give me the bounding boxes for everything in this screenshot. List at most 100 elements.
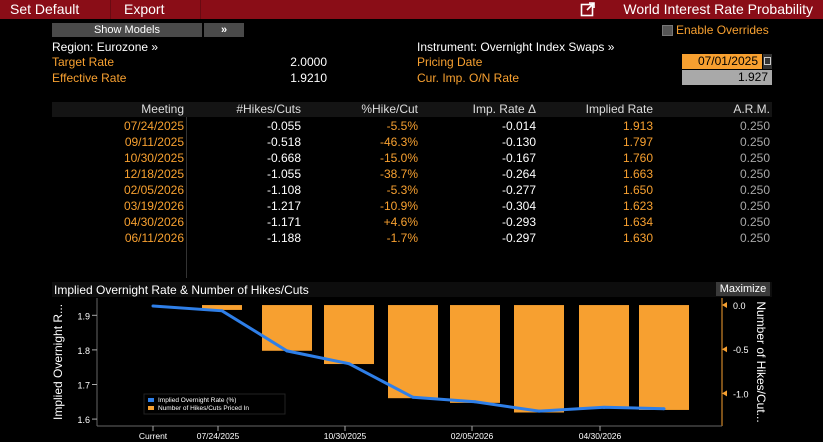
bar [639,305,689,410]
line-point [411,395,415,399]
table-cell-pct: -10.9% [379,199,418,213]
y-tick-right [722,346,727,353]
table-cell-implied: 1.913 [622,119,653,133]
table-row[interactable]: 09/11/2025 -0.518 -46.3% -0.130 1.797 0.250 [52,134,772,150]
table-cell-meeting: 09/11/2025 [124,135,184,149]
table-cell-implied: 1.623 [622,199,653,213]
line-point [285,349,289,353]
target-rate-value: 2.0000 [290,55,327,69]
table-cell-delta: -0.167 [501,151,536,165]
table-cell-meeting: 02/05/2026 [123,183,184,197]
set-default-button[interactable]: Set Default [10,0,79,19]
table-cell-implied: 1.663 [622,167,653,181]
table-cell-meeting: 07/24/2025 [123,119,184,133]
y-tick-right [722,302,727,309]
table-cell-arm: 0.250 [739,199,770,213]
y-tick-label-right: 0.0 [733,301,746,311]
maximize-button[interactable]: Maximize [716,282,770,296]
table-cell-implied: 1.650 [622,183,653,197]
table-row[interactable]: 12/18/2025 -1.055 -38.7% -0.264 1.663 0.250 [52,166,772,182]
cur-imp-rate-label: Cur. Imp. O/N Rate [417,71,520,85]
column-header[interactable]: #Hikes/Cuts [186,102,301,117]
line-point [151,304,155,308]
table-cell-delta: -0.130 [501,135,536,149]
x-tick-label: 10/30/2025 [324,431,367,441]
table-cell-pct: +4.6% [383,215,418,229]
cur-imp-rate-value: 1.927 [682,70,772,85]
table-cell-arm: 0.250 [739,167,770,181]
export-button[interactable]: Export [124,0,164,19]
table-cell-pct: -38.7% [379,167,418,181]
line-point [220,309,224,313]
y-axis-label-left: Implied Overnight R... [51,304,65,420]
table-row[interactable]: 03/19/2026 -1.217 -10.9% -0.304 1.623 0.250 [52,198,772,214]
table-cell-hikes: -0.668 [266,151,301,165]
x-tick-label: 02/05/2026 [451,431,494,441]
table-cell-implied: 1.760 [622,151,653,165]
column-header[interactable]: Imp. Rate Δ [418,102,536,117]
x-tick-label: Current [139,431,168,441]
column-header[interactable]: Implied Rate [536,102,653,117]
table-cell-meeting: 04/30/2026 [123,215,184,229]
enable-overrides-checkbox[interactable] [662,25,673,36]
legend-entry: Number of Hikes/Cuts Priced In [158,405,249,412]
column-header[interactable]: %Hike/Cut [301,102,418,117]
table-cell-implied: 1.630 [622,231,653,245]
rate-probability-table: Meeting #Hikes/Cuts %Hike/Cut Imp. Rate … [52,102,772,278]
pricing-date-label: Pricing Date [417,55,483,69]
table-cell-pct: -5.3% [386,183,418,197]
effective-rate-value: 1.9210 [290,71,327,85]
legend-entry: Implied Overnight Rate (%) [158,397,236,404]
table-cell-arm: 0.250 [739,119,770,133]
table-cell-meeting: 03/19/2026 [123,199,184,213]
table-cell-hikes: -0.055 [266,119,301,133]
top-toolbar: Set Default Export World Interest Rate P… [0,0,823,19]
table-cell-pct: -46.3% [379,135,418,149]
column-header[interactable]: A.R.M. [653,102,770,117]
table-cell-pct: -15.0% [379,151,418,165]
show-models-button[interactable]: Show Models [52,23,202,37]
target-rate-label: Target Rate [52,55,115,69]
toolbar-divider [110,0,111,19]
external-link-icon[interactable] [580,2,595,17]
y-axis-label-right: Number of Hikes/Cut... [754,301,768,422]
expand-button[interactable]: » [204,23,244,37]
table-cell-arm: 0.250 [739,183,770,197]
table-row[interactable]: 10/30/2025 -0.668 -15.0% -0.167 1.760 0.250 [52,150,772,166]
enable-overrides-label: Enable Overrides [676,23,769,37]
bar [324,305,374,365]
table-cell-hikes: -1.217 [266,199,301,213]
table-cell-hikes: -1.108 [266,183,301,197]
table-cell-delta: -0.293 [501,215,536,229]
table-row[interactable]: 07/24/2025 -0.055 -5.5% -0.014 1.913 0.250 [52,118,772,134]
y-tick-right [722,390,727,397]
table-row[interactable]: 02/05/2026 -1.108 -5.3% -0.277 1.650 0.250 [52,182,772,198]
chart-legend: Implied Overnight Rate (%) Number of Hik… [143,393,286,415]
instrument-selector[interactable]: Instrument: Overnight Index Swaps » [417,40,614,54]
legend-swatch-bar [148,406,154,410]
pricing-date-field[interactable]: 07/01/2025 [682,54,762,69]
table-cell-implied: 1.634 [622,215,653,229]
y-tick-label-left: 1.7 [77,380,90,390]
table-cell-arm: 0.250 [739,135,770,149]
table-row[interactable]: 04/30/2026 -1.171 +4.6% -0.293 1.634 0.250 [52,214,772,230]
column-header[interactable]: Meeting [52,102,184,117]
bar [262,305,312,351]
rate-chart: 1.9 1.8 1.7 1.6 0.0 -0.5 -1.0 Current 07/24/20… [51,298,768,441]
calendar-icon[interactable] [763,54,772,69]
table-cell-delta: -0.277 [501,183,536,197]
region-selector[interactable]: Region: Eurozone » [52,40,158,54]
x-tick-label: 07/24/2025 [197,431,240,441]
bar [514,305,564,413]
y-tick-label-left: 1.8 [77,346,90,356]
y-tick-label-right: -1.0 [733,389,749,399]
table-cell-arm: 0.250 [739,231,770,245]
y-tick-label-left: 1.9 [77,311,90,321]
table-cell-meeting: 12/18/2025 [123,167,184,181]
table-cell-hikes: -1.188 [266,231,301,245]
table-cell-arm: 0.250 [739,151,770,165]
table-cell-hikes: -1.055 [266,167,301,181]
table-row[interactable]: 06/11/2026 -1.188 -1.7% -0.297 1.630 0.250 [52,230,772,246]
effective-rate-label: Effective Rate [52,71,127,85]
table-cell-delta: -0.304 [501,199,536,213]
